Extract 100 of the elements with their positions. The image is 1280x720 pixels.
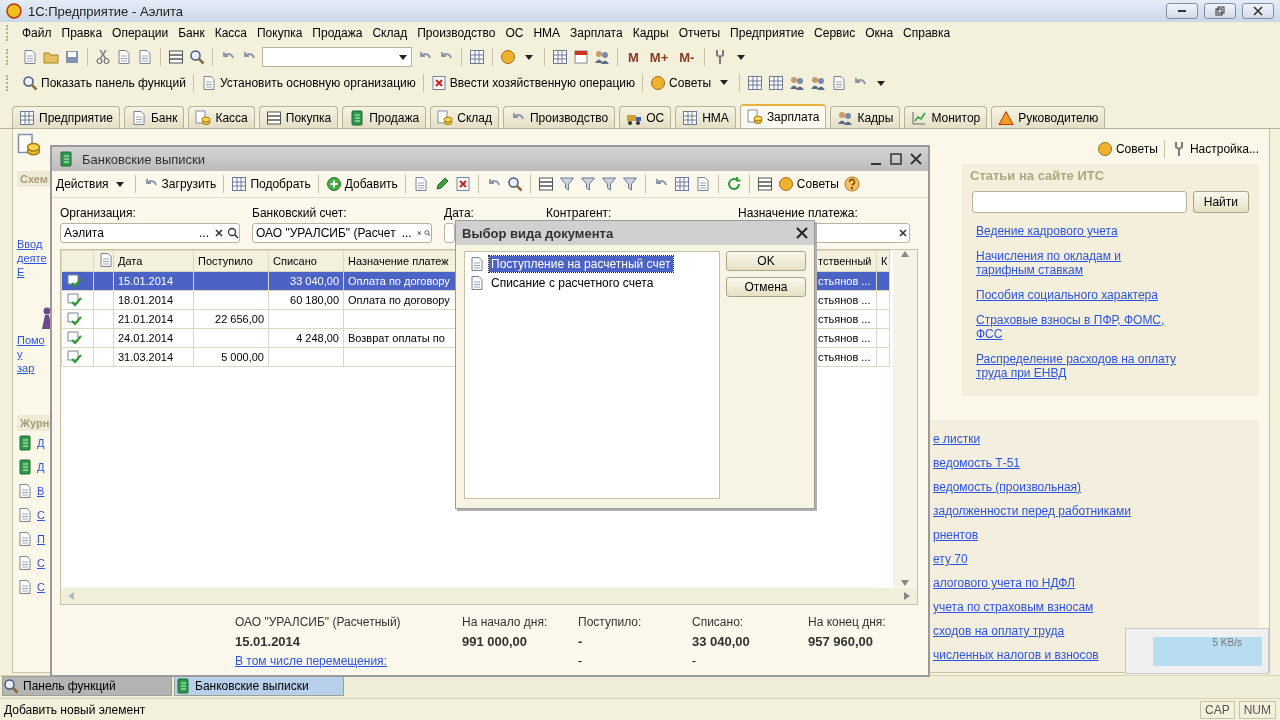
journal-link[interactable]: В	[37, 485, 45, 497]
ok-button[interactable]: OK	[726, 251, 806, 271]
article-link[interactable]: Распределение расходов на оплату труда при ЕНВД	[976, 352, 1176, 380]
toolbar-button[interactable]: Советы	[650, 75, 712, 91]
filter-field[interactable]: ОАО "УРАЛСИБ" (Расчет ...	[252, 223, 432, 243]
document-icon[interactable]	[831, 75, 848, 91]
clear-icon[interactable]	[897, 227, 909, 239]
minimize-button[interactable]	[1166, 3, 1198, 19]
tab[interactable]: Касса	[188, 106, 255, 128]
people-icon[interactable]	[789, 75, 806, 91]
filter-icon[interactable]	[558, 176, 575, 192]
menu-item[interactable]: Предприятие	[725, 26, 810, 40]
tab[interactable]: Производство	[502, 106, 616, 128]
menu-item[interactable]: ОС	[500, 26, 529, 40]
tab[interactable]: Склад	[430, 106, 499, 128]
tab[interactable]: Продажа	[342, 106, 427, 128]
memory-button[interactable]: M+	[646, 49, 672, 65]
table-icon[interactable]	[747, 75, 764, 91]
link-text[interactable]: у	[17, 347, 23, 361]
table-icon[interactable]	[768, 75, 785, 91]
horizontal-scrollbar[interactable]	[61, 588, 917, 604]
scroll-up-icon[interactable]	[900, 250, 910, 258]
report-link[interactable]: численных налогов и взносов	[933, 648, 1099, 672]
menu-item[interactable]: Сервис	[809, 26, 861, 40]
tab[interactable]: Зарплата	[739, 104, 827, 128]
link-text[interactable]: Е	[17, 265, 25, 279]
search-icon[interactable]	[227, 227, 239, 239]
scissors-icon[interactable]	[95, 49, 111, 65]
report-link[interactable]: е листки	[933, 432, 981, 456]
filter-icon[interactable]	[621, 176, 638, 192]
tab[interactable]: НМА	[675, 106, 736, 128]
report-link[interactable]: алогового учета по НДФЛ	[933, 576, 1075, 600]
transfers-link[interactable]: В том числе перемещения:	[235, 654, 462, 668]
report-link[interactable]: рнентов	[933, 528, 978, 552]
refresh-icon[interactable]	[725, 176, 742, 192]
close-button[interactable]	[1242, 3, 1274, 19]
menu-item[interactable]: Файл	[17, 26, 57, 40]
help-icon[interactable]	[843, 176, 860, 192]
tab[interactable]: Монитор	[904, 106, 988, 128]
people-icon[interactable]	[594, 49, 610, 65]
link-text[interactable]: зар	[17, 361, 35, 375]
article-link[interactable]: Ведение кадрового учета	[976, 224, 1176, 238]
document-icon[interactable]	[694, 176, 711, 192]
tab[interactable]: ОС	[619, 106, 672, 128]
journal-link[interactable]: Д	[37, 461, 45, 473]
taskbar-item[interactable]: Банковские выписки	[174, 676, 344, 696]
toolbar-button[interactable]: Ввести хозяйственную операцию	[430, 75, 636, 91]
select-button[interactable]: ...	[399, 226, 414, 240]
search-icon[interactable]	[506, 176, 523, 192]
journal-link[interactable]: С	[37, 581, 45, 593]
filter-icon[interactable]	[600, 176, 617, 192]
memory-button[interactable]: M-	[676, 49, 698, 65]
circle-icon[interactable]	[500, 49, 516, 65]
tips-button[interactable]: Советы	[1096, 140, 1158, 157]
link-text[interactable]: деяте	[17, 251, 47, 265]
journal-link[interactable]: С	[37, 509, 45, 521]
journal-link[interactable]: С	[37, 557, 45, 569]
article-link[interactable]: Страховые взносы в ПФР, ФОМС, ФСС	[976, 313, 1176, 341]
document-icon[interactable]	[412, 176, 429, 192]
menu-item[interactable]: Зарплата	[565, 26, 628, 40]
report-link[interactable]: сходов на оплату труда	[933, 624, 1065, 648]
journal-link[interactable]: П	[37, 533, 45, 545]
report-link[interactable]: учета по страховым взносам	[933, 600, 1094, 624]
maximize-icon[interactable]	[890, 153, 902, 165]
taskbar-item[interactable]: Панель функций	[2, 676, 172, 696]
folder-icon[interactable]	[43, 49, 59, 65]
menu-item[interactable]: Продажа	[307, 26, 368, 40]
list-icon[interactable]	[537, 176, 554, 192]
toolbar-button[interactable]: Показать панель функций	[22, 75, 186, 91]
document-icon[interactable]	[137, 49, 153, 65]
close-icon[interactable]	[796, 227, 808, 239]
link-text[interactable]: Помо	[17, 333, 45, 347]
table-icon[interactable]	[552, 49, 568, 65]
report-link[interactable]: задолженности перед работниками	[933, 504, 1131, 528]
menu-item[interactable]: Правка	[56, 26, 108, 40]
article-link[interactable]: Пособия социального характера	[976, 288, 1176, 302]
settings-button[interactable]: Настройка...	[1170, 140, 1259, 157]
select-button[interactable]: ...	[197, 226, 211, 240]
menu-item[interactable]: Производство	[412, 26, 501, 40]
menu-item[interactable]: Банк	[173, 26, 210, 40]
menu-item[interactable]: Отчеты	[673, 26, 726, 40]
menu-item[interactable]: НМА	[528, 26, 566, 40]
find-button[interactable]: Найти	[1192, 191, 1249, 213]
search-icon[interactable]	[189, 49, 205, 65]
delete-icon[interactable]	[454, 176, 471, 192]
menu-item[interactable]: Операции	[107, 26, 174, 40]
link-text[interactable]: Ввод	[17, 237, 43, 251]
pencil-icon[interactable]	[433, 176, 450, 192]
search-field[interactable]	[972, 191, 1187, 213]
menu-item[interactable]: Справка	[898, 26, 956, 40]
tips-button[interactable]: Советы	[777, 176, 839, 192]
tab[interactable]: Покупка	[258, 106, 339, 128]
clear-icon[interactable]	[213, 227, 225, 239]
add-button[interactable]: Добавить	[325, 176, 398, 192]
menu-item[interactable]: Покупка	[252, 26, 308, 40]
table-icon[interactable]	[673, 176, 690, 192]
column-header[interactable]: Поступило	[193, 250, 269, 272]
list-item[interactable]: Списание с расчетного счета	[489, 274, 656, 291]
filter-field[interactable]: Аэлита ...	[60, 223, 240, 243]
close-icon[interactable]	[910, 153, 922, 165]
